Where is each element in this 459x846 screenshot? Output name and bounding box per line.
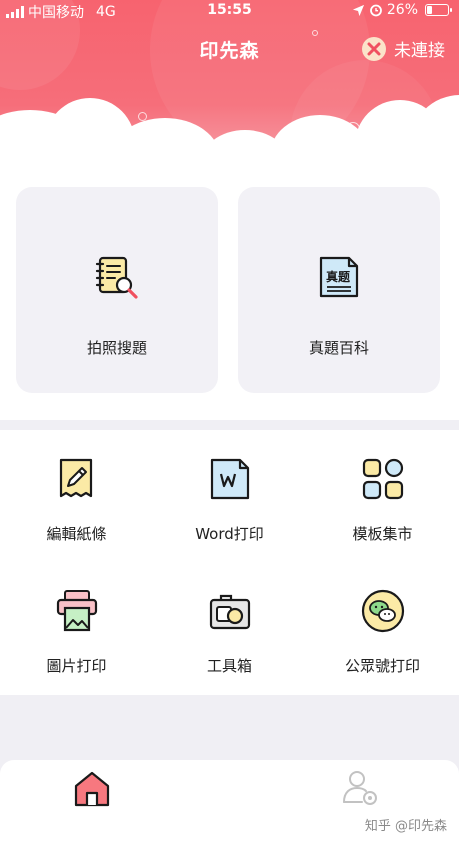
toolbox-tile[interactable]: 工具箱 [153, 562, 306, 692]
alarm-icon [369, 4, 382, 17]
word-print-label: Word打印 [195, 525, 264, 543]
photo-printer-icon [56, 590, 97, 632]
disconnected-icon [362, 36, 386, 61]
connection-status-button[interactable]: 未連接 [362, 36, 445, 61]
photo-print-label: 圖片打印 [46, 657, 107, 675]
photo-print-tile[interactable]: 圖片打印 [0, 562, 153, 692]
watermark: 知乎 @印先森 [364, 819, 447, 834]
tab-profile[interactable] [330, 768, 390, 820]
photo-search-card[interactable]: 拍照搜題 [16, 187, 218, 393]
template-market-label: 模板集市 [352, 525, 413, 543]
toolbox-icon [209, 594, 250, 630]
word-document-icon [210, 458, 249, 500]
home-icon [74, 771, 110, 807]
tool-grid: 編輯紙條 Word打印 模板集市 圖片打印 工具箱 公眾號打印 [0, 430, 459, 695]
wechat-icon [361, 589, 404, 633]
status-bar: 中国移动 4G 15:55 26% [0, 0, 459, 22]
template-grid-icon [362, 458, 403, 500]
bottom-tab-bar: 知乎 @印先森 [0, 760, 459, 846]
user-settings-icon [343, 771, 377, 805]
header: 中国移动 4G 15:55 26% 印先森 未連接 [0, 0, 459, 175]
exam-encyclopedia-label: 真題百科 [308, 339, 369, 357]
notebook-search-icon [95, 256, 138, 299]
battery-percent: 26% [386, 2, 418, 18]
feature-section: 拍照搜題 真题 真題百科 [0, 165, 459, 420]
edit-note-label: 編輯紙條 [46, 525, 107, 543]
connection-status-label: 未連接 [394, 41, 445, 61]
template-market-tile[interactable]: 模板集市 [306, 430, 459, 560]
svg-text:真题: 真题 [326, 269, 351, 284]
edit-note-tile[interactable]: 編輯紙條 [0, 430, 153, 560]
battery-icon [425, 4, 452, 16]
tab-home[interactable] [62, 768, 122, 820]
pencil-note-icon [59, 458, 92, 498]
exam-encyclopedia-card[interactable]: 真题 真題百科 [238, 187, 440, 393]
location-arrow-icon [352, 4, 364, 16]
wechat-print-tile[interactable]: 公眾號打印 [306, 562, 459, 692]
word-print-tile[interactable]: Word打印 [153, 430, 306, 560]
exam-paper-icon: 真题 [319, 256, 359, 298]
photo-search-label: 拍照搜題 [86, 339, 147, 357]
toolbox-label: 工具箱 [206, 657, 252, 675]
wechat-print-label: 公眾號打印 [344, 657, 420, 675]
